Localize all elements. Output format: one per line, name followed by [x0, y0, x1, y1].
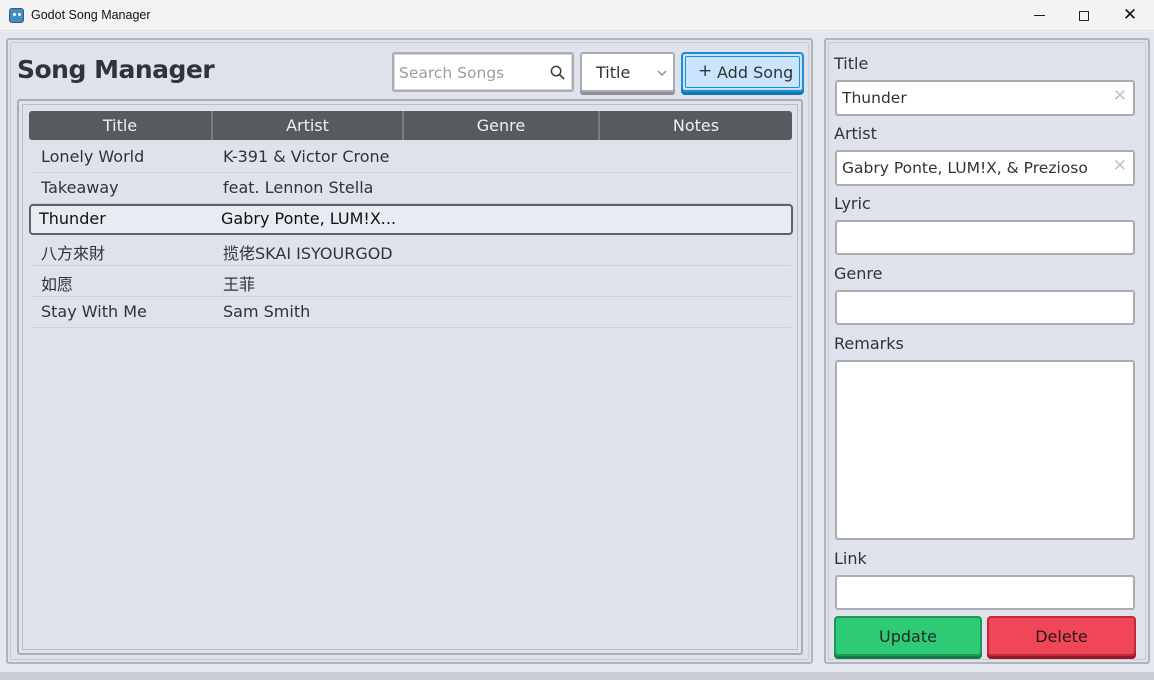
close-button[interactable]: ✕ — [1107, 0, 1153, 31]
cell-artist: Gabry Ponte, LUM!X... — [221, 209, 397, 228]
minimize-icon — [1033, 15, 1045, 16]
genre-field[interactable] — [835, 290, 1135, 325]
link-input[interactable] — [842, 582, 1109, 603]
add-song-label: Add Song — [717, 63, 794, 82]
table-header: Title Artist Genre Notes — [29, 111, 792, 140]
table-row-selected[interactable]: Thunder Gabry Ponte, LUM!X... — [29, 204, 793, 235]
lyric-input[interactable] — [842, 227, 1109, 248]
column-header-notes[interactable]: Notes — [598, 111, 792, 140]
cell-title: Thunder — [39, 209, 106, 228]
search-box[interactable] — [392, 52, 574, 92]
search-icon — [550, 65, 565, 80]
search-input[interactable] — [399, 61, 547, 85]
remarks-label: Remarks — [834, 334, 904, 353]
column-header-genre[interactable]: Genre — [402, 111, 598, 140]
cell-artist: 揽佬SKAI ISYOURGOD — [223, 244, 393, 263]
cell-title: Stay With Me — [41, 302, 147, 321]
title-field[interactable]: ✕ — [835, 80, 1135, 116]
chevron-down-icon — [657, 70, 667, 76]
table-row[interactable]: 八方來財 揽佬SKAI ISYOURGOD — [31, 235, 791, 266]
update-button[interactable]: Update — [834, 616, 982, 656]
window-title: Godot Song Manager — [31, 8, 151, 22]
artist-field[interactable]: ✕ — [835, 150, 1135, 186]
cell-title: 八方來財 — [41, 244, 106, 263]
cell-artist: Sam Smith — [223, 302, 311, 321]
table-row[interactable]: Lonely World K-391 & Victor Crone — [31, 142, 791, 173]
genre-input[interactable] — [842, 297, 1109, 318]
lyric-field[interactable] — [835, 220, 1135, 255]
link-field[interactable] — [835, 575, 1135, 610]
column-header-artist[interactable]: Artist — [211, 111, 402, 140]
cell-artist: feat. Lennon Stella — [223, 178, 374, 197]
sort-field-select[interactable]: Title — [580, 52, 675, 92]
cell-artist: K-391 & Victor Crone — [223, 147, 390, 166]
cell-title: Lonely World — [41, 147, 145, 166]
table-row[interactable]: Takeaway feat. Lennon Stella — [31, 173, 791, 204]
artist-input[interactable] — [842, 157, 1109, 179]
clear-icon[interactable]: ✕ — [1113, 88, 1127, 105]
add-song-button[interactable]: + Add Song — [681, 52, 804, 92]
maximize-icon — [1079, 10, 1089, 21]
genre-label: Genre — [834, 264, 883, 283]
plus-icon: + — [698, 61, 713, 81]
godot-app-icon — [9, 8, 24, 23]
column-header-title[interactable]: Title — [29, 111, 211, 140]
cell-artist: 王菲 — [223, 275, 256, 294]
page-title: Song Manager — [17, 55, 215, 84]
clear-icon[interactable]: ✕ — [1113, 158, 1127, 175]
close-icon: ✕ — [1122, 5, 1138, 25]
link-label: Link — [834, 549, 867, 568]
table-row[interactable]: 如愿 王菲 — [31, 266, 791, 297]
artist-label: Artist — [834, 124, 877, 143]
window-titlebar: Godot Song Manager ✕ — [0, 0, 1154, 31]
cell-title: 如愿 — [41, 275, 74, 294]
cell-title: Takeaway — [41, 178, 119, 197]
delete-button[interactable]: Delete — [987, 616, 1136, 656]
sort-field-value: Title — [596, 63, 631, 82]
remarks-field[interactable] — [835, 360, 1135, 540]
window-bottom-edge — [0, 672, 1154, 680]
table-row[interactable]: Stay With Me Sam Smith — [31, 297, 791, 328]
title-input[interactable] — [842, 87, 1109, 109]
table-body: Lonely World K-391 & Victor Crone Takeaw… — [29, 142, 793, 328]
remarks-textarea[interactable] — [842, 367, 1109, 533]
minimize-button[interactable] — [1016, 0, 1062, 31]
maximize-button[interactable] — [1061, 0, 1107, 31]
lyric-label: Lyric — [834, 194, 871, 213]
title-label: Title — [834, 54, 869, 73]
